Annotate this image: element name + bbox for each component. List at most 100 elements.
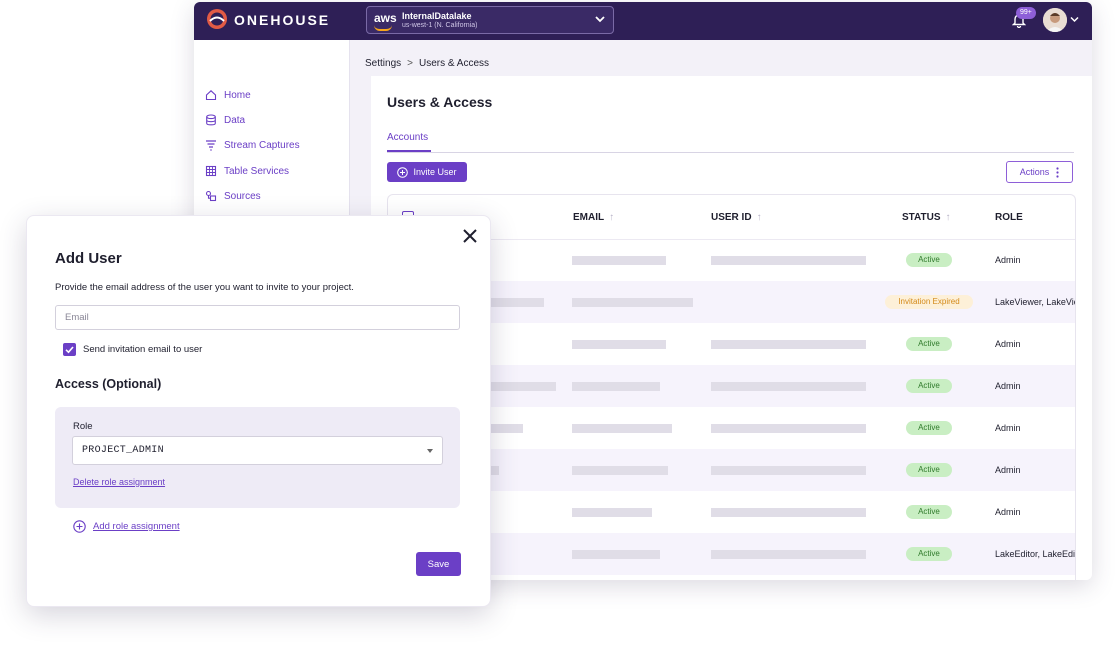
aws-smile-icon <box>374 25 392 31</box>
email-placeholder <box>572 424 672 433</box>
sidebar-item-label: Home <box>224 89 251 101</box>
column-email-label: EMAIL <box>573 212 605 223</box>
delete-role-link[interactable]: Delete role assignment <box>73 477 165 487</box>
user-id-placeholder <box>711 382 866 391</box>
sidebar-item-label: Table Services <box>224 165 290 177</box>
modal-title: Add User <box>55 250 122 267</box>
home-icon <box>205 90 217 101</box>
table-row[interactable]: Active LakeEditor, LakeEditor <box>388 533 1075 575</box>
sort-arrow-icon: ↑ <box>756 212 762 223</box>
chevron-down-icon <box>595 16 605 23</box>
table-row[interactable]: Active Admin <box>388 449 1075 491</box>
table-header: EMAIL ↑ USER ID ↑ STATUS ↑ ROLE <box>388 195 1075 240</box>
column-email[interactable]: EMAIL ↑ <box>573 212 614 223</box>
breadcrumb-separator: > <box>407 58 413 69</box>
user-id-placeholder <box>711 508 866 517</box>
sidebar-item-label: Stream Captures <box>224 139 300 151</box>
sidebar-item-stream-captures[interactable]: Stream Captures <box>205 139 300 151</box>
email-placeholder <box>572 508 652 517</box>
table-row[interactable]: Active Admin <box>388 407 1075 449</box>
table-row[interactable]: Active Admin <box>388 323 1075 365</box>
column-status-label: STATUS <box>902 212 941 223</box>
sidebar-item-sources[interactable]: Sources <box>205 190 261 202</box>
user-id-placeholder <box>711 340 866 349</box>
status-badge: Invitation Expired <box>885 295 973 309</box>
user-menu-chevron-icon[interactable] <box>1070 16 1079 23</box>
role-cell: Admin <box>995 339 1021 349</box>
sidebar-item-label: Sources <box>224 190 261 202</box>
environment-name: InternalDatalake <box>402 11 472 21</box>
table-row[interactable]: Active Admin <box>388 491 1075 533</box>
table-row[interactable]: Active Admin <box>388 239 1075 281</box>
status-badge: Active <box>906 337 952 351</box>
user-id-placeholder <box>711 466 866 475</box>
actions-button[interactable]: Actions <box>1006 161 1073 183</box>
filter-icon <box>206 140 216 151</box>
email-input[interactable] <box>55 305 460 330</box>
user-id-placeholder <box>711 424 866 433</box>
dropdown-arrow-icon <box>427 449 433 453</box>
sidebar-item-home[interactable]: Home <box>205 89 251 101</box>
table-icon <box>205 165 217 177</box>
email-placeholder <box>572 550 660 559</box>
column-status[interactable]: STATUS ↑ <box>902 212 951 223</box>
checkmark-icon <box>65 346 74 354</box>
sidebar-item-data[interactable]: Data <box>205 114 245 126</box>
role-cell: Admin <box>995 381 1021 391</box>
plus-circle-icon <box>73 520 86 533</box>
send-invitation-checkbox[interactable] <box>63 343 76 356</box>
column-user-id-label: USER ID <box>711 212 752 223</box>
add-user-modal: Add User Provide the email address of th… <box>26 215 491 607</box>
notification-badge: 99+ <box>1016 7 1036 19</box>
top-bar: ONEHOUSE aws InternalDatalake us-west-1 … <box>194 2 1092 40</box>
sort-arrow-icon: ↑ <box>945 212 951 223</box>
sources-icon <box>205 190 217 202</box>
save-button[interactable]: Save <box>416 552 461 576</box>
avatar-photo-icon <box>1043 8 1067 32</box>
sidebar-item-table-services[interactable]: Table Services <box>205 165 289 177</box>
table-row[interactable]: Invitation Expired LakeViewer, LakeViewe… <box>388 281 1075 323</box>
onehouse-logo-icon <box>207 9 227 29</box>
email-placeholder <box>572 382 660 391</box>
add-role-button[interactable]: Add role assignment <box>73 520 180 533</box>
environment-selector[interactable]: aws InternalDatalake us-west-1 (N. Calif… <box>366 6 614 34</box>
role-cell: Admin <box>995 465 1021 475</box>
environment-region: us-west-1 (N. California) <box>402 22 478 29</box>
database-icon <box>206 114 216 126</box>
column-role[interactable]: ROLE <box>995 212 1023 223</box>
status-badge: Active <box>906 253 952 267</box>
modal-description: Provide the email address of the user yo… <box>55 282 354 293</box>
column-user-id[interactable]: USER ID ↑ <box>711 212 762 223</box>
role-select[interactable]: PROJECT_ADMIN <box>72 436 443 465</box>
sort-arrow-icon: ↑ <box>609 212 615 223</box>
close-icon[interactable] <box>462 228 478 244</box>
status-badge: Active <box>906 463 952 477</box>
role-cell: LakeEditor, LakeEditor <box>995 549 1076 559</box>
page-title: Users & Access <box>387 94 493 110</box>
brand-name: ONEHOUSE <box>234 12 331 28</box>
tab-divider <box>387 152 1074 153</box>
access-section-title: Access (Optional) <box>55 377 162 391</box>
role-cell: Admin <box>995 507 1021 517</box>
breadcrumb-current: Users & Access <box>418 58 490 69</box>
invite-user-label: Invite User <box>413 167 457 177</box>
user-avatar[interactable] <box>1043 8 1067 32</box>
more-vertical-icon <box>1056 166 1059 178</box>
email-placeholder <box>572 340 666 349</box>
breadcrumb-settings[interactable]: Settings <box>365 58 401 69</box>
user-id-placeholder <box>711 256 866 265</box>
invite-user-button[interactable]: Invite User <box>387 162 467 182</box>
email-placeholder <box>572 256 666 265</box>
send-invitation-label: Send invitation email to user <box>83 344 203 355</box>
tab-accounts[interactable]: Accounts <box>387 132 428 143</box>
role-label: Role <box>73 421 93 432</box>
actions-label: Actions <box>1019 167 1050 177</box>
plus-circle-icon <box>397 166 409 178</box>
status-badge: Active <box>906 547 952 561</box>
column-role-label: ROLE <box>995 212 1023 223</box>
aws-logo-icon: aws <box>374 11 397 25</box>
add-role-label: Add role assignment <box>93 521 180 532</box>
role-cell: Admin <box>995 423 1021 433</box>
table-row[interactable]: Active Admin <box>388 365 1075 407</box>
sidebar-item-label: Data <box>224 114 246 126</box>
